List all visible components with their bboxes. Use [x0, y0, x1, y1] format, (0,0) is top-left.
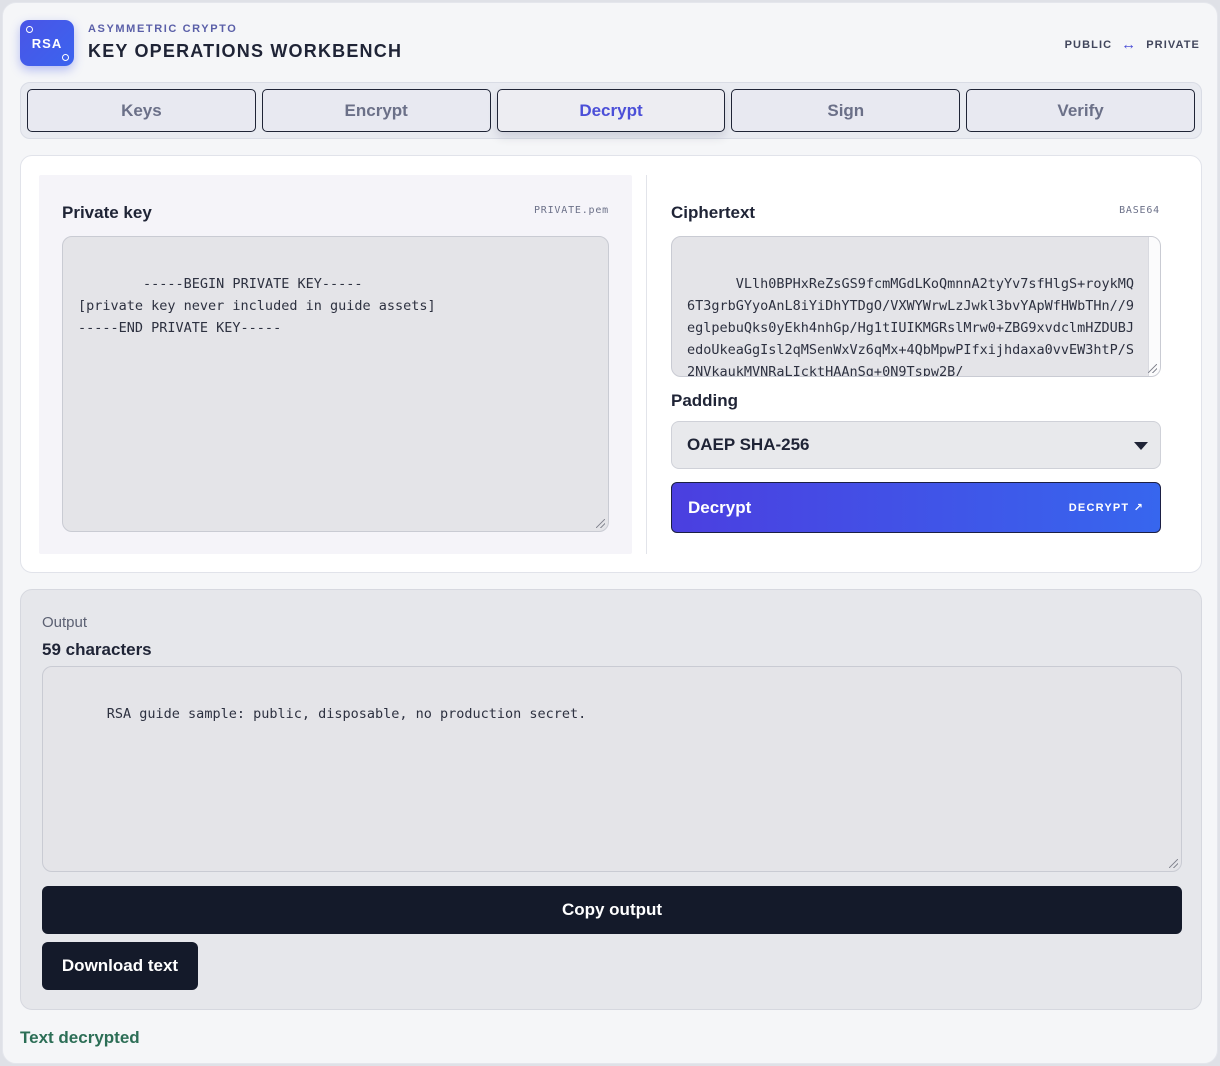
- tab-sign[interactable]: Sign: [731, 89, 961, 132]
- output-char-count: 59 characters: [42, 640, 152, 659]
- resize-handle-icon[interactable]: [596, 519, 605, 528]
- logo-dot-icon: [26, 26, 33, 33]
- rsa-logo: RSA: [20, 20, 74, 66]
- padding-label: Padding: [671, 391, 739, 410]
- copy-output-button[interactable]: Copy output: [42, 886, 1182, 934]
- tab-keys[interactable]: Keys: [27, 89, 256, 132]
- resize-handle-icon[interactable]: [1148, 364, 1157, 373]
- direction-public: PUBLIC: [1064, 38, 1113, 51]
- decrypt-panel: Private key PRIVATE.pem -----BEGIN PRIVA…: [20, 155, 1202, 573]
- output-textarea[interactable]: RSA guide sample: public, disposable, no…: [42, 666, 1182, 872]
- tab-verify[interactable]: Verify: [966, 89, 1195, 132]
- output-value: RSA guide sample: public, disposable, no…: [106, 706, 587, 722]
- decrypt-button-label: Decrypt: [688, 497, 752, 517]
- private-key-input[interactable]: -----BEGIN PRIVATE KEY----- [private key…: [62, 236, 609, 532]
- page-title: KEY OPERATIONS WORKBENCH: [88, 41, 403, 61]
- private-key-value: -----BEGIN PRIVATE KEY----- [private key…: [78, 276, 436, 336]
- header-eyebrow: ASYMMETRIC CRYPTO: [88, 23, 238, 35]
- private-key-section: Private key PRIVATE.pem -----BEGIN PRIVA…: [39, 175, 632, 554]
- resize-handle-icon[interactable]: [1169, 859, 1178, 868]
- padding-selected-value: OAEP SHA-256: [687, 435, 810, 454]
- direction-private: PRIVATE: [1146, 38, 1200, 51]
- key-direction-indicator: PUBLIC ↔ PRIVATE: [1065, 36, 1200, 53]
- tab-decrypt[interactable]: Decrypt: [496, 89, 726, 132]
- ciphertext-label: Ciphertext: [671, 203, 756, 222]
- ciphertext-scrollbar[interactable]: [1148, 237, 1160, 376]
- section-divider: [646, 175, 647, 554]
- decrypt-button-side-label: DECRYPT ↗: [1068, 502, 1144, 514]
- bidirectional-arrow-icon: ↔: [1121, 36, 1138, 53]
- private-key-format-tag: PRIVATE.pem: [533, 205, 609, 216]
- app-window: RSA ASYMMETRIC CRYPTO KEY OPERATIONS WOR…: [2, 2, 1218, 1064]
- padding-select[interactable]: OAEP SHA-256: [671, 421, 1161, 469]
- ciphertext-input[interactable]: VLlh0BPHxReZsGS9fcmMGdLKoQmnnA2tyYv7sfHl…: [671, 236, 1161, 377]
- logo-dot-icon: [62, 54, 69, 61]
- ciphertext-value: VLlh0BPHxReZsGS9fcmMGdLKoQmnnA2tyYv7sfHl…: [687, 276, 1135, 377]
- logo-text: RSA: [31, 35, 63, 51]
- chevron-down-icon: [1134, 442, 1148, 450]
- output-label: Output: [42, 614, 88, 631]
- private-key-label: Private key: [62, 203, 152, 222]
- download-text-button[interactable]: Download text: [42, 942, 198, 990]
- output-section: Output 59 characters RSA guide sample: p…: [20, 589, 1202, 1010]
- tab-encrypt[interactable]: Encrypt: [261, 89, 491, 132]
- status-message: Text decrypted: [20, 1028, 140, 1047]
- decrypt-button[interactable]: Decrypt DECRYPT ↗: [671, 482, 1161, 533]
- ciphertext-format-tag: BASE64: [1119, 205, 1160, 216]
- operation-tabs: Keys Encrypt Decrypt Sign Verify: [20, 82, 1202, 139]
